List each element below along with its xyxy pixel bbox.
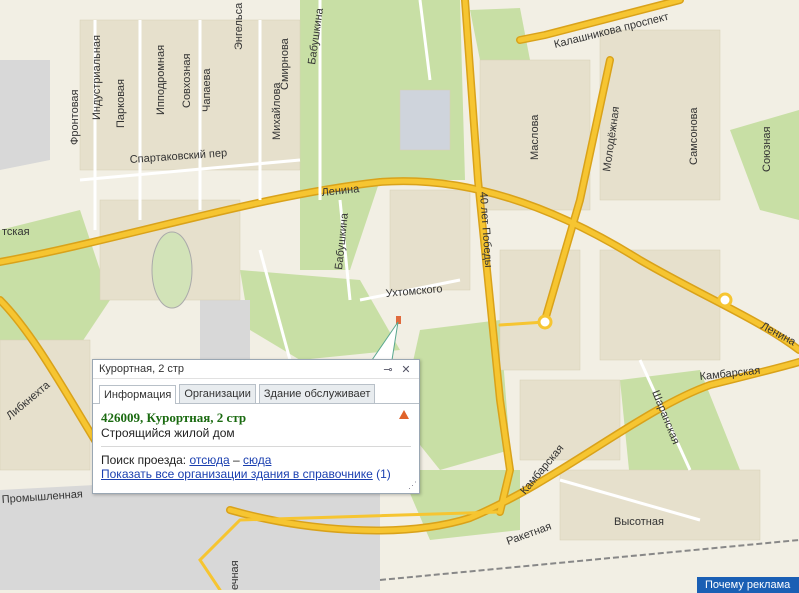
street-label-industrialnaya: Индустриальная (91, 35, 103, 120)
route-to-link[interactable]: сюда (243, 453, 271, 467)
building-address: 426009, Курортная, 2 стр (101, 410, 247, 425)
building-description: Строящийся жилой дом (101, 426, 235, 440)
pin-icon[interactable]: ⊸ (381, 362, 395, 376)
popup-title: Курортная, 2 стр (99, 363, 185, 375)
street-label-smirnova: Смирнова (279, 37, 291, 90)
street-label-parkovaya: Парковая (115, 79, 127, 128)
show-all-organizations-link[interactable]: Показать все организации здания в справо… (101, 467, 373, 481)
tab-building-serves[interactable]: Здание обслуживает (258, 384, 376, 403)
info-popup[interactable]: Курортная, 2 стр ⊸ ✕ Информация Организа… (92, 359, 420, 494)
map-canvas[interactable]: Ленина Ленина Калашникова проспект Спарт… (0, 0, 799, 590)
show-all-count: (1) (376, 467, 391, 481)
route-search: Поиск проезда: отсюда – сюда (101, 453, 411, 467)
street-label-engelsa: Энгельса (233, 2, 245, 50)
street-label-maslova: Маслова (529, 114, 541, 160)
divider (101, 446, 411, 447)
street-label-chapaeva: Чапаева (201, 68, 213, 112)
stadium (151, 231, 193, 309)
show-all-row: Показать все организации здания в справо… (101, 467, 411, 481)
street-label-sovkhoznaya: Совхозная (181, 53, 193, 108)
street-label-soyuznaya: Союзная (761, 126, 773, 172)
close-icon[interactable]: ✕ (399, 362, 413, 376)
tab-organizations[interactable]: Организации (179, 384, 256, 403)
street-label-samsonova: Самсонова (688, 107, 700, 165)
resize-handle-icon[interactable]: ⋰ (408, 480, 417, 491)
route-from-link[interactable]: отсюда (189, 453, 229, 467)
ad-banner[interactable]: Почему реклама (697, 577, 799, 593)
street-label-elechnaya: ечная (229, 560, 241, 590)
street-label-vysotnaya: Высотная (614, 516, 664, 528)
building-marker[interactable] (396, 316, 401, 324)
warning-icon[interactable] (399, 410, 409, 419)
route-dash: – (232, 453, 240, 467)
popup-header: Курортная, 2 стр ⊸ ✕ (93, 360, 419, 379)
street-label-frontovaya: Фронтовая (69, 89, 81, 145)
popup-tabs: Информация Организации Здание обслуживае… (93, 379, 419, 404)
street-label-ippodromnaya: Ипподромная (155, 45, 167, 115)
route-label: Поиск проезда: (101, 453, 187, 467)
street-label-tskaya: тская (2, 226, 30, 238)
tab-information[interactable]: Информация (99, 385, 177, 404)
popup-body: 426009, Курортная, 2 стр Строящийся жило… (93, 404, 419, 487)
